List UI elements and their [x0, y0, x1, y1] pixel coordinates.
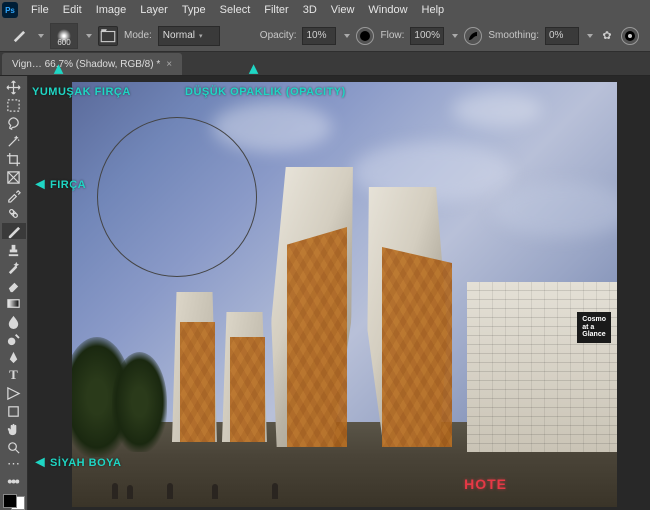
pen-tool[interactable] [2, 349, 26, 365]
type-tool[interactable]: T [2, 367, 26, 383]
brush-tool[interactable] [2, 223, 26, 239]
pressure-size-icon[interactable] [621, 27, 639, 45]
mode-select[interactable]: Normal▾ [158, 26, 220, 46]
smoothing-label: Smoothing: [488, 30, 539, 41]
menu-view[interactable]: View [324, 4, 362, 16]
person [167, 483, 173, 499]
person [212, 484, 218, 499]
chevron-down-icon[interactable] [344, 34, 350, 38]
building-right: Cosmoat aGlance [467, 282, 617, 452]
app-logo: Ps [2, 2, 18, 18]
chevron-down-icon[interactable] [587, 34, 593, 38]
document-canvas[interactable]: Cosmoat aGlance HOTE [72, 82, 617, 507]
cosmo-sign: Cosmoat aGlance [577, 312, 611, 343]
menu-bar: Ps File Edit Image Layer Type Select Fil… [0, 0, 650, 20]
facade [230, 337, 265, 442]
tab-title: Vign… 66,7% (Shadow, RGB/8) * [12, 59, 160, 70]
lasso-tool[interactable] [2, 115, 26, 131]
menu-window[interactable]: Window [361, 4, 414, 16]
chevron-down-icon[interactable] [452, 34, 458, 38]
blur-tool[interactable] [2, 313, 26, 329]
color-swatches[interactable] [3, 494, 25, 510]
eraser-tool[interactable] [2, 277, 26, 293]
person [127, 485, 133, 499]
opacity-label: Opacity: [260, 30, 297, 41]
menu-select[interactable]: Select [213, 4, 258, 16]
menu-help[interactable]: Help [415, 4, 452, 16]
menu-layer[interactable]: Layer [133, 4, 175, 16]
hand-tool[interactable] [2, 421, 26, 437]
tool-preset-icon[interactable] [6, 25, 30, 47]
pressure-opacity-icon[interactable] [356, 27, 374, 45]
path-tool[interactable] [2, 385, 26, 401]
eyedropper-tool[interactable] [2, 187, 26, 203]
menu-edit[interactable]: Edit [56, 4, 89, 16]
flow-input[interactable]: 100% [410, 27, 444, 45]
gradient-tool[interactable] [2, 295, 26, 311]
smoothing-input[interactable]: 0% [545, 27, 579, 45]
menu-type[interactable]: Type [175, 4, 213, 16]
frame-tool[interactable] [2, 169, 26, 185]
airbrush-icon[interactable] [464, 27, 482, 45]
toolbar-more[interactable]: ⋯ [2, 457, 26, 471]
menu-3d[interactable]: 3D [296, 4, 324, 16]
chevron-down-icon[interactable] [86, 34, 92, 38]
gear-icon[interactable]: ✿ [599, 28, 615, 44]
foreground-color[interactable] [3, 494, 17, 508]
cloud [452, 92, 542, 127]
shape-tool[interactable] [2, 403, 26, 419]
brush-panel-icon[interactable] [98, 26, 118, 46]
mode-label: Mode: [124, 30, 152, 41]
wand-tool[interactable] [2, 133, 26, 149]
document-tab-bar: Vign… 66,7% (Shadow, RGB/8) * × [0, 52, 650, 76]
flow-label: Flow: [380, 30, 404, 41]
brush-cursor [97, 117, 257, 277]
healing-tool[interactable] [2, 205, 26, 221]
history-brush-tool[interactable] [2, 259, 26, 275]
menu-filter[interactable]: Filter [257, 4, 295, 16]
facade [180, 322, 215, 442]
brush-preview[interactable]: 600 [50, 23, 78, 49]
tree [112, 352, 167, 452]
edit-toolbar[interactable] [2, 473, 26, 489]
close-icon[interactable]: × [166, 59, 172, 70]
zoom-tool[interactable] [2, 439, 26, 455]
hotel-sign: HOTE [464, 476, 507, 492]
document-tab[interactable]: Vign… 66,7% (Shadow, RGB/8) * × [2, 53, 182, 75]
chevron-down-icon[interactable] [38, 34, 44, 38]
dodge-tool[interactable] [2, 331, 26, 347]
menu-image[interactable]: Image [89, 4, 134, 16]
tool-bar: T ⋯ [0, 76, 28, 510]
move-tool[interactable] [2, 79, 26, 95]
brush-size-value: 600 [57, 38, 70, 47]
stamp-tool[interactable] [2, 241, 26, 257]
menu-file[interactable]: File [24, 4, 56, 16]
facade [287, 227, 347, 447]
crop-tool[interactable] [2, 151, 26, 167]
marquee-tool[interactable] [2, 97, 26, 113]
options-bar: 600 Mode: Normal▾ Opacity: 10% Flow: 100… [0, 20, 650, 52]
person [112, 483, 118, 499]
facade [382, 247, 452, 447]
opacity-input[interactable]: 10% [302, 27, 336, 45]
person [272, 483, 278, 499]
